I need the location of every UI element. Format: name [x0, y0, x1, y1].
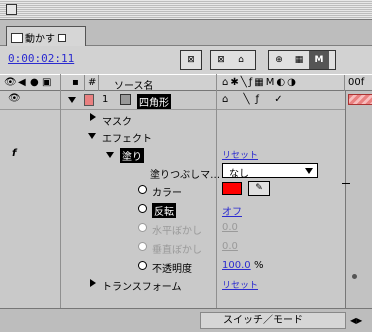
switch-icons-header: ⌂✱╲ƒ▦M◐◑: [222, 77, 298, 88]
hash-column[interactable]: #: [88, 77, 96, 88]
color-swatch[interactable]: [222, 182, 242, 195]
view-options-group: ⊠ ⌂: [210, 50, 256, 70]
expand-layer-icon[interactable]: [68, 97, 76, 103]
hfeather-label: 水平ぼかし: [152, 226, 202, 237]
solo-icon[interactable]: ●: [30, 77, 39, 88]
layer-duration-bar[interactable]: [348, 94, 372, 105]
expand-effect-icon[interactable]: [88, 133, 96, 139]
layer-rows: 👁 1 四角形 ⌂ ╲ƒ ✓ マスク エフェクト f 塗り リセット 塗りつぶし…: [0, 91, 345, 308]
label-column-icon[interactable]: ▪: [72, 77, 79, 88]
fill-reset-link[interactable]: リセット: [222, 148, 258, 161]
layer-number: 1: [102, 94, 109, 105]
solid-layer-icon: [120, 94, 131, 105]
layer-label-swatch[interactable]: [84, 94, 94, 106]
expand-fill-icon[interactable]: [106, 152, 114, 158]
hfeather-value: 0.0: [222, 222, 238, 233]
timeline-time-label: 00f: [348, 77, 365, 88]
close-icon[interactable]: [6, 4, 17, 15]
opacity-unit: %: [254, 260, 264, 271]
layer-row[interactable]: 👁 1 四角形 ⌂ ╲ƒ ✓: [0, 91, 345, 110]
expand-mask-icon[interactable]: [90, 113, 96, 121]
tab-strip: 動かす: [0, 20, 372, 46]
transform-group[interactable]: トランスフォーム: [102, 278, 182, 293]
stopwatch-icon[interactable]: [138, 261, 147, 270]
shy-icon[interactable]: ⌂: [231, 51, 251, 69]
frame-blend-icon[interactable]: ⊕: [269, 51, 289, 69]
keyframe-marker: [342, 183, 350, 184]
fill-mask-value: なし: [229, 169, 249, 180]
invert-label: 反転: [152, 203, 176, 218]
toolbar: 0:00:02:11 ⊠ ⊠ ⌂ ⊕ ▦ M: [0, 46, 372, 74]
stopwatch-icon[interactable]: [138, 185, 147, 194]
switches-modes-toggle[interactable]: スイッチ／モード: [200, 312, 346, 329]
effect-fx-icon[interactable]: f: [12, 148, 16, 159]
comp-flowchart-button[interactable]: ⊠: [180, 50, 202, 70]
tab-label: 動かす: [25, 34, 55, 45]
timeline-area[interactable]: [342, 91, 372, 308]
expand-transform-icon[interactable]: [90, 279, 96, 287]
motion-blur-icon[interactable]: ▦: [289, 51, 309, 69]
vfeather-value: 0.0: [222, 241, 238, 252]
opacity-label: 不透明度: [152, 264, 192, 275]
fill-mask-dropdown[interactable]: なし: [222, 163, 318, 180]
opacity-value[interactable]: 100.0: [222, 260, 251, 271]
draft-3d-icon[interactable]: ⊠: [211, 51, 231, 69]
eyedropper-icon[interactable]: ✎: [248, 181, 270, 196]
tab-composition[interactable]: 動かす: [6, 26, 86, 46]
eye-icon[interactable]: 👁: [4, 77, 17, 88]
tab-close-icon[interactable]: [58, 34, 66, 42]
lock-icon[interactable]: ▣: [42, 77, 51, 88]
bottom-bar: ◀▶ スイッチ／モード ◀▶: [0, 308, 372, 332]
stopwatch-icon: [138, 242, 147, 251]
transform-reset-link[interactable]: リセット: [222, 278, 258, 291]
timeline-scroll-arrows-icon[interactable]: ◀▶: [350, 316, 362, 325]
fill-mask-label: 塗りつぶしマ…: [150, 170, 221, 181]
switches-group: ⊕ ▦ M: [268, 50, 336, 70]
column-header: 👁 ◀ ● ▣ ▪ # ソース名 ⌂✱╲ƒ▦M◐◑ 00f: [0, 74, 372, 92]
window-titlebar[interactable]: [0, 0, 372, 20]
effect-group[interactable]: エフェクト: [102, 130, 152, 145]
speaker-icon[interactable]: ◀: [18, 77, 26, 88]
color-label: カラー: [152, 188, 182, 199]
transform-keyframe-dot: [352, 274, 357, 279]
fill-effect-name[interactable]: 塗り: [120, 148, 144, 163]
layer-switches[interactable]: ⌂ ╲ƒ ✓: [222, 94, 289, 105]
layer-name[interactable]: 四角形: [137, 94, 171, 109]
stopwatch-icon[interactable]: [138, 204, 147, 213]
current-time-display[interactable]: 0:00:02:11: [8, 52, 74, 65]
mask-group[interactable]: マスク: [102, 113, 132, 128]
vfeather-label: 垂直ぼかし: [152, 245, 202, 256]
layer-eye-icon[interactable]: 👁: [8, 93, 21, 104]
composition-icon: [11, 33, 23, 43]
invert-value[interactable]: オフ: [222, 203, 242, 218]
motion-blur-enable-icon[interactable]: M: [309, 51, 329, 69]
chevron-down-icon: [305, 168, 313, 174]
switches-modes-label: スイッチ／モード: [223, 315, 303, 326]
source-name-column[interactable]: ソース名: [114, 77, 154, 92]
stopwatch-icon: [138, 223, 147, 232]
